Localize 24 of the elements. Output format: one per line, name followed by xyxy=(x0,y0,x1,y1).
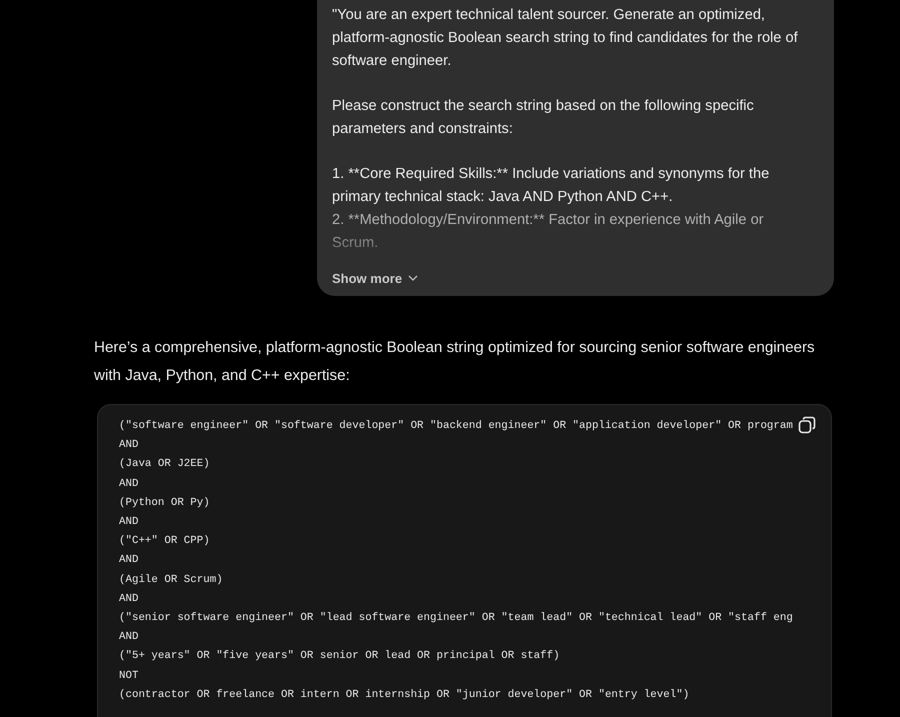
chevron-down-icon xyxy=(408,275,418,282)
message-paragraph: "You are an expert technical talent sourcer. Generate an optimized, platform-agnostic Boolean search string to find candidates for the role of software engineer. xyxy=(332,6,799,71)
message-paragraph: 2. **Methodology/Environment:** Factor in experience with Agile or Scrum. xyxy=(332,211,765,253)
code-line: (contractor OR freelance OR intern OR internship OR "junior developer" OR "entry level") xyxy=(119,688,690,703)
code-line: AND xyxy=(119,438,138,454)
code-line: AND xyxy=(119,592,138,607)
message-paragraph: Please construct the search string based on the following specific parameters and constraints: xyxy=(332,97,755,139)
code-line: (Java OR J2EE) xyxy=(119,457,210,472)
code-line: (Python OR Py) xyxy=(119,496,210,511)
code-line: ("software engineer" OR "software developer" OR "backend engineer" OR "application developer" OR program xyxy=(119,419,793,434)
code-line: ("5+ years" OR "five years" OR senior OR lead OR principal OR staff) xyxy=(119,649,560,664)
copy-icon xyxy=(798,416,816,434)
message-paragraph: 1. **Core Required Skills:** Include variations and synonyms for the primary technical stack: Java AND Python AND C++. xyxy=(332,165,770,207)
code-line: AND xyxy=(119,553,138,568)
code-line: (Agile OR Scrum) xyxy=(119,572,223,588)
code-line: NOT xyxy=(119,668,138,684)
response-paragraph: Here’s a comprehensive, platform-agnostic Boolean string optimized for sourcing senior software engineers with Java, Python, and C++ expertise: xyxy=(94,338,816,386)
copy-button[interactable] xyxy=(797,415,817,435)
code-line: AND xyxy=(119,515,138,530)
code-line: AND xyxy=(119,476,138,492)
code-line: ("C++" OR CPP) xyxy=(119,534,210,550)
code-line: AND xyxy=(119,630,138,646)
code-line: ("senior software engineer" OR "lead software engineer" OR "team lead" OR "technical lead" OR "staff eng xyxy=(119,611,793,626)
show-more-button[interactable]: Show more xyxy=(332,271,418,286)
